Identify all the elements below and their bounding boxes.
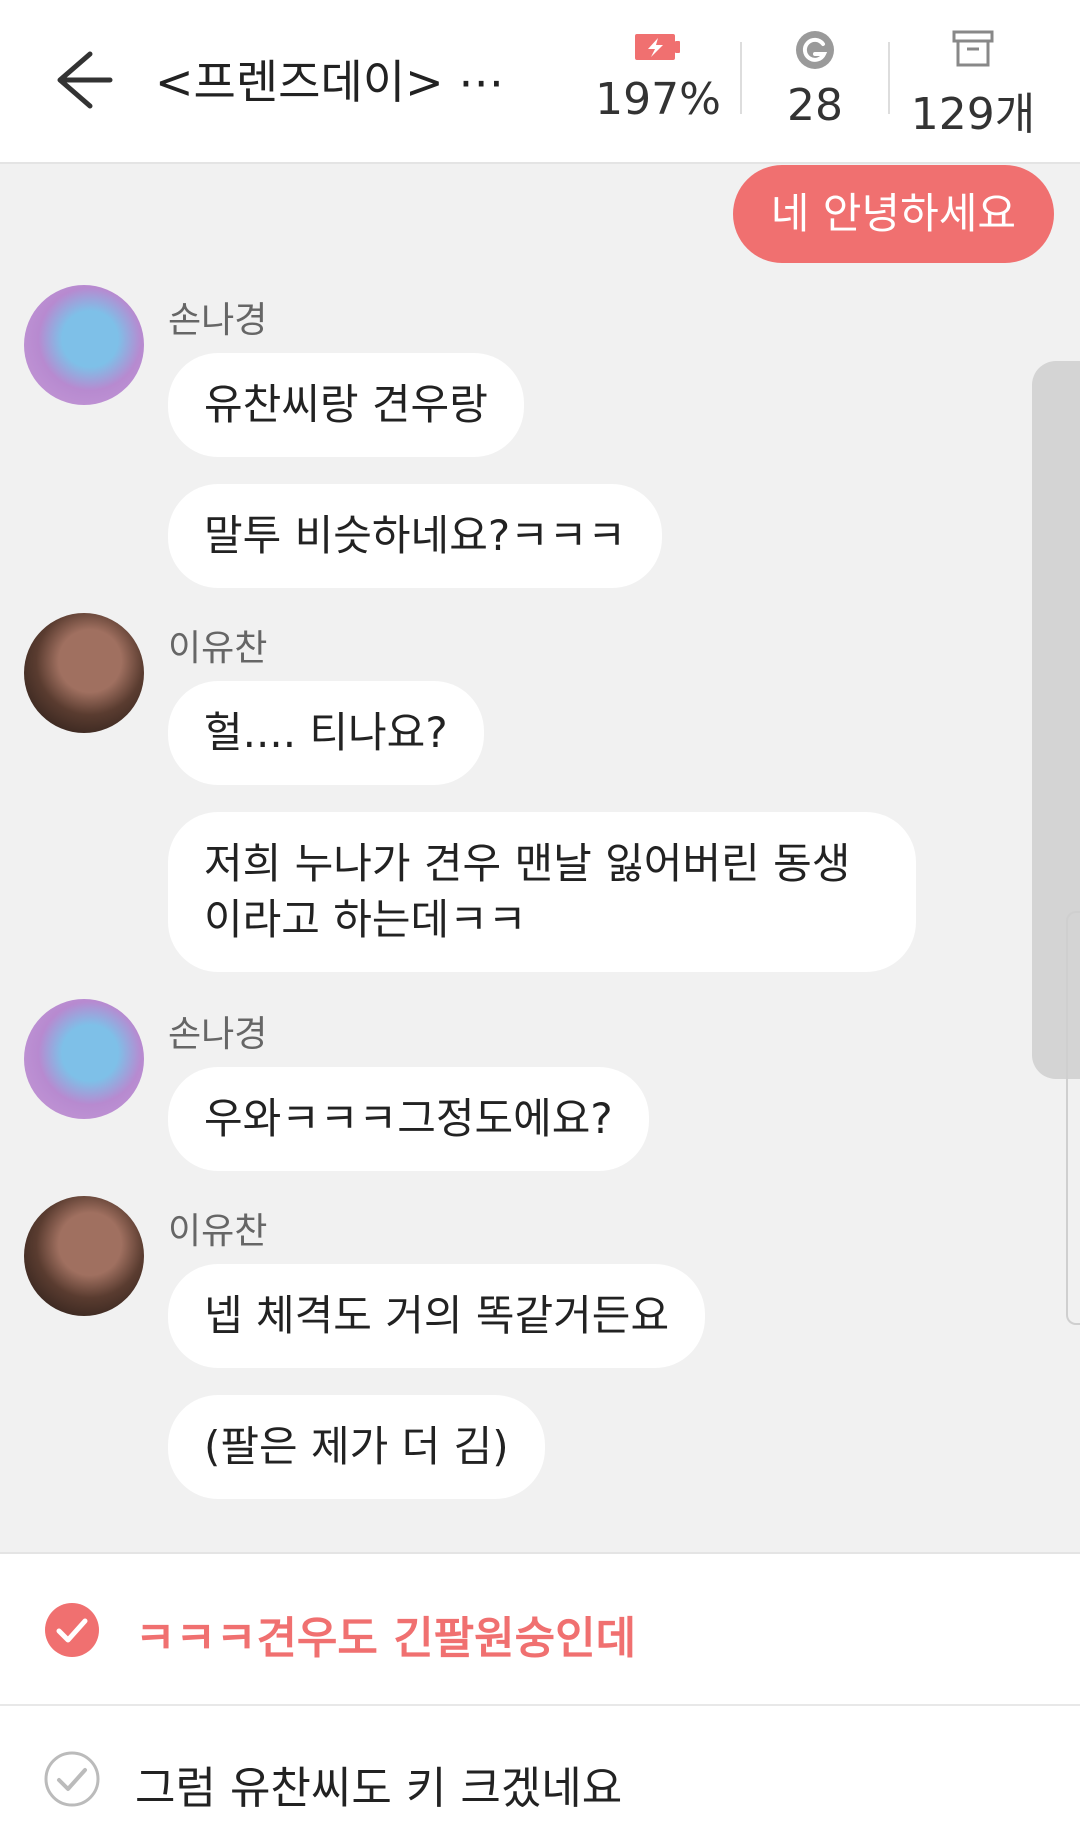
message-bubble: 말투 비슷하네요?ㅋㅋㅋ: [168, 484, 663, 588]
my-message-bubble: 네 안녕하세요: [732, 165, 1054, 263]
battery-value: 197%: [595, 74, 721, 125]
check-circle-icon: [44, 1751, 100, 1807]
arrow-left-icon[interactable]: [50, 48, 114, 112]
sender-name: 손나경: [168, 1014, 268, 1055]
avatar[interactable]: [24, 613, 144, 733]
chat-title[interactable]: <프렌즈데이> ⋯: [155, 46, 504, 112]
scrollbar-track[interactable]: [1066, 911, 1080, 1325]
top-app-bar: <프렌즈데이> ⋯ 197% 28 129개: [0, 0, 1080, 164]
check-circle-icon: [45, 1603, 99, 1657]
suggestion-option[interactable]: 그럼 유찬씨도 키 크겠네요: [0, 1704, 1080, 1845]
avatar[interactable]: [24, 999, 144, 1119]
message-bubble: 저희 누나가 견우 맨날 잃어버린 동생이라고 하는데ㅋㅋ: [168, 812, 916, 972]
suggestion-text: 그럼 유찬씨도 키 크겠네요: [135, 1763, 623, 1814]
divider: [888, 42, 890, 114]
sender-name: 이유찬: [168, 628, 268, 669]
suggestion-text: ㅋㅋㅋ견우도 긴팔원숭인데: [135, 1613, 637, 1664]
message-bubble: 유찬씨랑 견우랑: [168, 353, 524, 457]
message-bubble: 헐.... 티나요?: [168, 681, 484, 785]
message-bubble: 넵 체격도 거의 똑같거든요: [168, 1264, 706, 1368]
sender-name: 이유찬: [168, 1211, 268, 1252]
sender-name: 손나경: [168, 300, 268, 341]
message-bubble: 우와ㅋㅋㅋ그정도에요?: [168, 1067, 649, 1171]
battery-stat[interactable]: 197%: [588, 30, 728, 125]
avatar[interactable]: [24, 1196, 144, 1316]
suggestion-option-selected[interactable]: ㅋㅋㅋ견우도 긴팔원숭인데: [0, 1552, 1080, 1704]
message-bubble: (팔은 제가 더 김): [168, 1395, 545, 1499]
battery-bolt-icon: [635, 34, 680, 60]
divider: [740, 42, 742, 114]
g-stat[interactable]: 28: [745, 30, 885, 131]
box-stat[interactable]: 129개: [903, 30, 1043, 142]
g-value: 28: [787, 80, 843, 131]
chat-area[interactable]: 네 안녕하세요 손나경 유찬씨랑 견우랑 말투 비슷하네요?ㅋㅋㅋ 이유찬 헐.…: [0, 163, 1080, 1548]
box-value: 129개: [910, 89, 1036, 140]
g-coin-icon: [796, 31, 834, 69]
avatar[interactable]: [24, 285, 144, 405]
archive-box-icon: [952, 30, 994, 67]
